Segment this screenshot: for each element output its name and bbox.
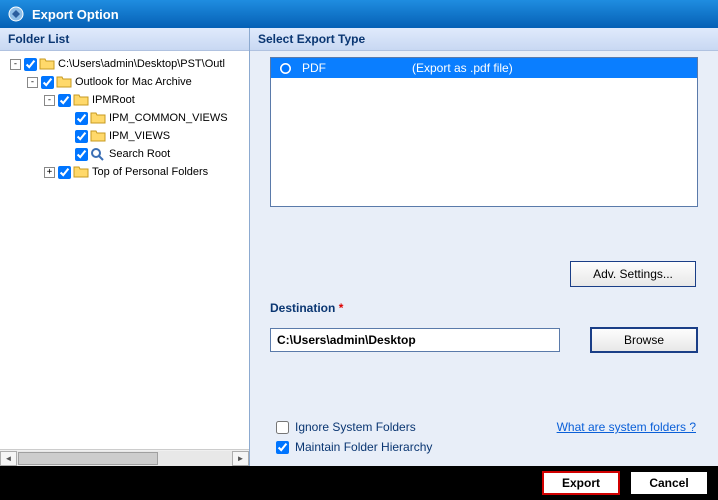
left-panel: Folder List - C:\Users\admin\Desktop\PST\… [0,28,250,466]
folder-icon [39,57,55,71]
folder-icon [73,93,89,107]
tree-node[interactable]: - IPMRoot [0,91,249,109]
required-asterisk: * [339,301,344,315]
scroll-right-button[interactable]: ► [232,451,249,466]
folder-icon [56,75,72,89]
maintain-hierarchy-label: Maintain Folder Hierarchy [295,440,432,454]
tree-label: IPM_COMMON_VIEWS [109,112,228,124]
scroll-track[interactable] [17,451,232,466]
export-type-list[interactable]: PDF(Export as .pdf file) [270,57,698,207]
export-type-radio[interactable] [279,62,292,75]
ignore-system-checkbox[interactable] [276,421,289,434]
horizontal-scrollbar[interactable]: ◄ ► [0,449,249,466]
scroll-left-button[interactable]: ◄ [0,451,17,466]
destination-input[interactable] [270,328,560,352]
destination-label: Destination * [270,301,698,315]
folder-icon [90,111,106,125]
tree-toggle[interactable]: - [27,77,38,88]
tree-toggle[interactable]: - [10,59,21,70]
tree-node[interactable]: - C:\Users\admin\Desktop\PST\Outl [0,55,249,73]
tree-label: IPMRoot [92,94,135,106]
tree-node[interactable]: IPM_COMMON_VIEWS [0,109,249,127]
tree-label: Top of Personal Folders [92,166,208,178]
folder-icon [73,165,89,179]
tree-label: Search Root [109,148,170,160]
tree-toggle[interactable]: - [44,95,55,106]
tree-checkbox[interactable] [75,130,88,143]
tree-node[interactable]: Search Root [0,145,249,163]
scroll-thumb[interactable] [18,452,158,465]
folder-tree[interactable]: - C:\Users\admin\Desktop\PST\Outl - Outlook… [0,51,249,449]
ignore-system-label: Ignore System Folders [295,420,416,434]
folder-list-header: Folder List [0,28,249,51]
folder-icon [90,129,106,143]
tree-checkbox[interactable] [75,148,88,161]
tree-checkbox[interactable] [58,94,71,107]
window-title: Export Option [32,7,119,22]
tree-checkbox[interactable] [24,58,37,71]
browse-button[interactable]: Browse [590,327,698,353]
export-type-desc: (Export as .pdf file) [412,61,513,75]
tree-node[interactable]: IPM_VIEWS [0,127,249,145]
tree-checkbox[interactable] [75,112,88,125]
export-type-name: PDF [302,61,412,75]
right-panel: Select Export Type PDF(Export as .pdf fi… [250,28,718,466]
tree-node[interactable]: - Outlook for Mac Archive [0,73,249,91]
tree-node[interactable]: + Top of Personal Folders [0,163,249,181]
tree-toggle[interactable]: + [44,167,55,178]
maintain-hierarchy-checkbox[interactable] [276,441,289,454]
tree-label: C:\Users\admin\Desktop\PST\Outl [58,58,225,70]
titlebar: Export Option [0,0,718,28]
tree-checkbox[interactable] [58,166,71,179]
search-icon [90,147,106,161]
export-button[interactable]: Export [542,471,620,495]
export-type-item[interactable]: PDF(Export as .pdf file) [271,58,697,78]
tree-label: Outlook for Mac Archive [75,76,192,88]
cancel-button[interactable]: Cancel [630,471,708,495]
tree-checkbox[interactable] [41,76,54,89]
export-type-header: Select Export Type [250,28,718,51]
system-folders-link[interactable]: What are system folders ? [557,420,696,434]
app-icon [8,6,24,22]
tree-label: IPM_VIEWS [109,130,170,142]
adv-settings-button[interactable]: Adv. Settings... [570,261,696,287]
bottom-action-bar: Export Cancel [0,466,718,500]
